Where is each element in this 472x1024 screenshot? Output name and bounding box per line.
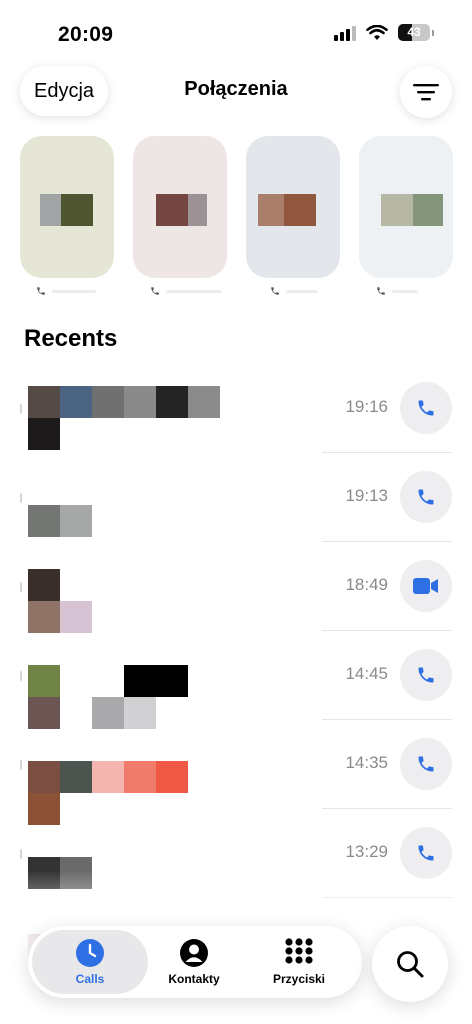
list-item[interactable]: 18:49 [0, 542, 472, 633]
call-time: 13:29 [345, 842, 388, 861]
tab-label: Przyciski [272, 972, 326, 986]
search-icon [397, 951, 424, 978]
keypad-icon [285, 938, 313, 964]
video-call-button[interactable] [400, 560, 452, 612]
phone-small-icon [271, 287, 279, 295]
filter-button[interactable] [400, 66, 452, 118]
battery-tip [432, 29, 434, 36]
tab-label: Kontakty [168, 972, 220, 986]
person-icon [180, 939, 208, 967]
favorite-card[interactable] [20, 136, 114, 278]
call-button[interactable] [400, 738, 452, 790]
favorite-subtitle [270, 286, 318, 296]
call-time: 19:13 [345, 486, 388, 505]
call-time: 19:16 [345, 397, 388, 416]
battery-percent: 43 [407, 25, 421, 39]
phone-icon [418, 845, 434, 861]
tab-label: Calls [75, 972, 105, 986]
list-item[interactable]: 19:13 [0, 453, 472, 542]
list-item[interactable]: 14:35 [0, 720, 472, 825]
search-button[interactable] [372, 926, 448, 1002]
recents-title: Recents [24, 325, 118, 352]
list-item[interactable]: 14:45 [0, 631, 472, 729]
phone-small-icon [37, 287, 45, 295]
tab-keypad[interactable]: Przyciski [244, 930, 354, 994]
phone-icon [418, 756, 434, 772]
call-button[interactable] [400, 471, 452, 523]
phone-icon [418, 489, 434, 505]
favorite-subtitle [150, 286, 222, 296]
favorite-card[interactable] [246, 136, 340, 278]
signal-icon [334, 25, 356, 41]
call-time: 14:35 [345, 753, 388, 772]
call-button[interactable] [400, 649, 452, 701]
phone-small-icon [377, 287, 385, 295]
filter-icon [413, 84, 439, 101]
favorites-strip [0, 136, 472, 306]
status-icons: 43 [334, 24, 434, 41]
phone-icon [418, 400, 434, 416]
call-time: 18:49 [345, 575, 388, 594]
tab-calls[interactable]: Calls [32, 930, 148, 994]
favorite-subtitle [376, 286, 418, 296]
favorite-card[interactable] [133, 136, 227, 278]
tab-bar: Calls Kontakty Przyciski [28, 926, 362, 998]
list-item[interactable]: 19:16 [0, 364, 472, 453]
wifi-icon [366, 24, 388, 40]
header: Edycja Połączenia [0, 64, 472, 120]
phone-icon [418, 667, 434, 683]
call-time: 14:45 [345, 664, 388, 683]
favorite-card[interactable] [359, 136, 453, 278]
status-time: 20:09 [58, 23, 114, 46]
favorite-subtitle [36, 286, 96, 296]
phone-small-icon [151, 287, 159, 295]
battery-icon: 43 [398, 24, 430, 41]
clock-icon [76, 939, 104, 967]
status-bar: 20:09 43 [0, 0, 472, 64]
call-button[interactable] [400, 382, 452, 434]
tab-contacts[interactable]: Kontakty [139, 930, 249, 994]
video-icon [413, 578, 438, 594]
